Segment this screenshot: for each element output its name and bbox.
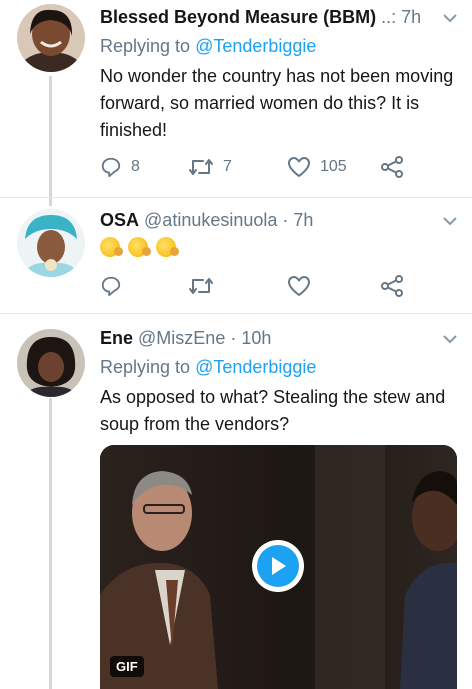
user-handle[interactable]: @atinukesinuola xyxy=(144,210,277,230)
mention-link[interactable]: @Tenderbiggie xyxy=(195,36,316,56)
drooling-face-emoji xyxy=(156,237,180,258)
reply-icon xyxy=(101,157,121,178)
user-handle[interactable]: ..: xyxy=(381,7,396,27)
chevron-down-icon[interactable] xyxy=(442,333,458,345)
heart-icon xyxy=(288,157,310,177)
tweet-header: OSA @atinukesinuola · 7h xyxy=(100,209,432,231)
like-button[interactable] xyxy=(287,273,311,299)
like-button[interactable]: 105 xyxy=(287,154,347,180)
chevron-down-icon[interactable] xyxy=(442,12,458,24)
tweet-2[interactable]: OSA @atinukesinuola · 7h xyxy=(0,197,472,313)
mention-link[interactable]: @Tenderbiggie xyxy=(195,357,316,377)
tweet-text: No wonder the country has not been movin… xyxy=(100,66,454,140)
tweet-text: As opposed to what? Stealing the stew an… xyxy=(100,387,446,434)
separator: · xyxy=(230,328,237,348)
tweet-header: Ene @MiszEne · 10h xyxy=(100,327,432,349)
timestamp[interactable]: 7h xyxy=(293,210,313,230)
replying-label: Replying to xyxy=(100,357,196,377)
retweet-icon xyxy=(189,159,213,175)
share-button[interactable] xyxy=(380,154,404,180)
action-bar: 8 7 105 xyxy=(100,154,410,180)
drooling-face-emoji xyxy=(100,237,123,258)
reply-button[interactable] xyxy=(100,273,122,299)
play-icon xyxy=(272,557,286,575)
share-icon xyxy=(381,275,403,297)
heart-icon xyxy=(288,276,310,296)
play-button[interactable] xyxy=(252,540,304,592)
avatar[interactable] xyxy=(17,4,85,72)
like-count: 105 xyxy=(320,158,347,175)
share-icon xyxy=(381,156,403,178)
retweet-button[interactable]: 7 xyxy=(188,154,232,180)
replying-label: Replying to xyxy=(100,36,196,56)
display-name[interactable]: Ene xyxy=(100,328,133,348)
separator: · xyxy=(282,210,289,230)
display-name[interactable]: Blessed Beyond Measure (BBM) xyxy=(100,7,376,27)
gif-media[interactable]: GIF xyxy=(100,445,457,689)
display-name[interactable]: OSA xyxy=(100,210,139,230)
reply-icon xyxy=(101,276,121,297)
replying-to: Replying to @Tenderbiggie xyxy=(100,356,316,378)
avatar[interactable] xyxy=(17,209,85,277)
action-bar xyxy=(100,273,410,299)
tweet-1[interactable]: Blessed Beyond Measure (BBM) ..: 7h Repl… xyxy=(0,0,472,197)
reply-count: 8 xyxy=(131,158,140,175)
gif-badge: GIF xyxy=(110,656,144,677)
tweet-header: Blessed Beyond Measure (BBM) ..: 7h xyxy=(100,6,432,28)
replying-to: Replying to @Tenderbiggie xyxy=(100,35,316,57)
tweet-text xyxy=(100,233,456,260)
drooling-face-emoji xyxy=(128,237,152,258)
share-button[interactable] xyxy=(380,273,404,299)
avatar[interactable] xyxy=(17,329,85,397)
timestamp[interactable]: 7h xyxy=(401,7,421,27)
timestamp[interactable]: 10h xyxy=(241,328,271,348)
reply-button[interactable]: 8 xyxy=(100,154,140,180)
retweet-button[interactable] xyxy=(188,273,214,299)
retweet-count: 7 xyxy=(223,158,232,175)
user-handle[interactable]: @MiszEne xyxy=(138,328,225,348)
retweet-icon xyxy=(189,278,213,294)
chevron-down-icon[interactable] xyxy=(442,215,458,227)
